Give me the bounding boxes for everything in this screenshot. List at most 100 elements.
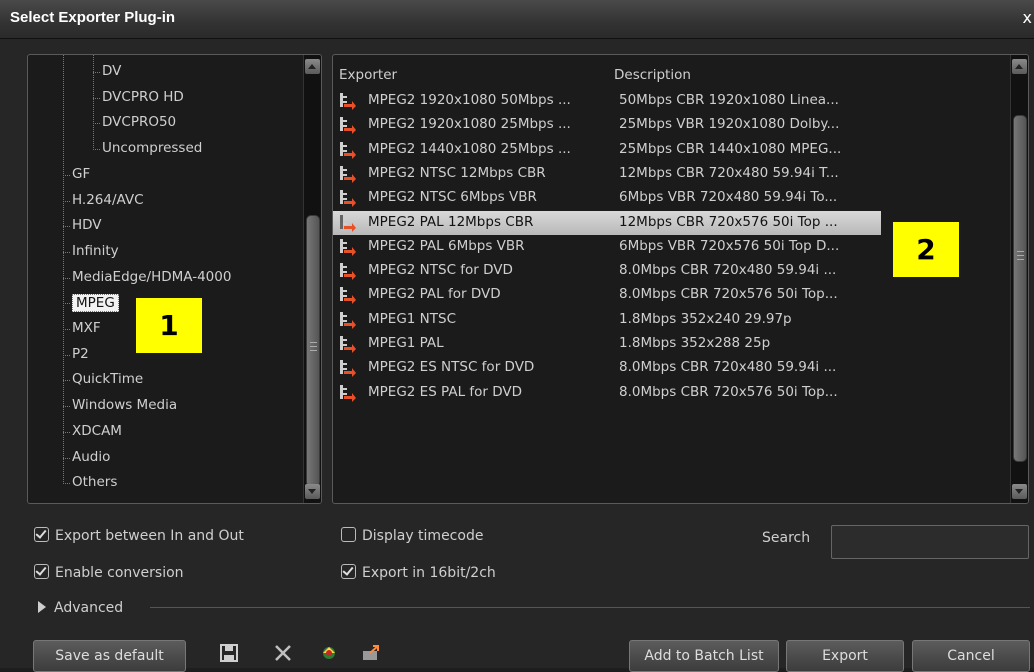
exporter-plugin-icon — [340, 238, 356, 256]
exporter-dialog: Select Exporter Plug-in x DV DVCPRO HD DVC… — [0, 0, 1034, 672]
enable-conversion-checkbox[interactable]: Enable conversion — [34, 564, 184, 581]
tree-item[interactable]: DVCPRO HD — [102, 89, 184, 105]
exporter-name: MPEG1 PAL — [368, 335, 444, 351]
scroll-up-icon[interactable] — [305, 59, 320, 74]
exporter-description: 12Mbps CBR 720x576 50i Top ... — [619, 213, 838, 230]
tree-item[interactable]: Others — [72, 474, 117, 490]
title-bar[interactable]: Select Exporter Plug-in x — [0, 0, 1034, 39]
list-row[interactable]: MPEG2 ES NTSC for DVD 8.0Mbps CBR 720x480… — [333, 356, 881, 380]
exporter-plugin-icon — [340, 311, 356, 329]
checkbox-checked-icon — [34, 527, 49, 542]
list-row[interactable]: MPEG2 1440x1080 25Mbps ... 25Mbps CBR 144… — [333, 138, 881, 162]
scroll-down-icon[interactable] — [1012, 484, 1027, 499]
tree-item[interactable]: Uncompressed — [102, 140, 202, 156]
export-button[interactable]: Export — [786, 640, 904, 672]
annotation-badge-2: 2 — [893, 222, 959, 277]
exporter-name: MPEG2 1920x1080 50Mbps ... — [368, 92, 571, 108]
exporter-plugin-icon — [340, 141, 356, 159]
close-icon[interactable]: x — [1023, 8, 1032, 27]
checkbox-checked-icon — [341, 564, 356, 579]
add-to-batch-button[interactable]: Add to Batch List — [629, 640, 779, 672]
scroll-up-icon[interactable] — [1012, 59, 1027, 74]
exporter-name: MPEG2 1920x1080 25Mbps ... — [368, 116, 571, 133]
advanced-toggle[interactable]: Advanced — [38, 600, 123, 616]
search-input[interactable] — [831, 525, 1029, 559]
delete-icon[interactable] — [272, 643, 294, 663]
exporter-description: 50Mbps CBR 1920x1080 Linea... — [619, 92, 839, 108]
tree-item[interactable]: DV — [102, 63, 121, 79]
export-16bit-checkbox[interactable]: Export in 16bit/2ch — [341, 564, 496, 581]
tree-item[interactable]: GF — [72, 166, 90, 182]
search-label: Search — [762, 530, 811, 546]
list-row[interactable]: MPEG1 PAL 1.8Mbps 352x288 25p — [333, 332, 881, 356]
exporter-name: MPEG2 NTSC 6Mbps VBR — [368, 189, 537, 206]
exporter-name: MPEG2 ES PAL for DVD — [368, 383, 523, 400]
tree-item[interactable]: Infinity — [72, 243, 119, 259]
list-row[interactable]: MPEG2 NTSC 12Mbps CBR 12Mbps CBR 720x480 … — [333, 162, 881, 186]
tree-item[interactable]: Windows Media — [72, 397, 177, 413]
scroll-down-icon[interactable] — [305, 484, 320, 499]
tree-scrollbar[interactable] — [303, 55, 321, 503]
exporter-description: 25Mbps CBR 1440x1080 MPEG... — [619, 140, 842, 157]
list-row[interactable]: MPEG1 NTSC 1.8Mbps 352x240 29.97p — [333, 308, 881, 332]
tree-item[interactable]: H.264/AVC — [72, 192, 144, 208]
list-row[interactable]: MPEG2 1920x1080 25Mbps ... 25Mbps VBR 192… — [333, 113, 881, 137]
tree-item[interactable]: MPEG — [72, 294, 119, 313]
tree-item[interactable]: XDCAM — [72, 423, 122, 439]
exporter-description: 6Mbps VBR 720x480 59.94i To... — [619, 189, 838, 206]
display-timecode-checkbox[interactable]: Display timecode — [341, 527, 483, 544]
list-row[interactable]: MPEG2 PAL 6Mbps VBR 6Mbps VBR 720x576 50i… — [333, 235, 881, 259]
annotation-badge-1: 1 — [136, 298, 202, 353]
column-header-description[interactable]: Description — [614, 67, 691, 83]
list-scroll-thumb[interactable] — [1013, 115, 1027, 462]
dialog-title: Select Exporter Plug-in — [10, 9, 176, 26]
cancel-button[interactable]: Cancel — [912, 640, 1030, 672]
list-row[interactable]: MPEG2 NTSC for DVD 8.0Mbps CBR 720x480 59… — [333, 259, 881, 283]
display-timecode-label: Display timecode — [362, 528, 484, 544]
import-preset-icon[interactable] — [318, 643, 340, 663]
tree-item[interactable]: MXF — [72, 320, 101, 336]
column-header-exporter[interactable]: Exporter — [339, 67, 397, 83]
save-as-default-button[interactable]: Save as default — [33, 640, 186, 672]
tree-item[interactable]: QuickTime — [72, 371, 143, 387]
checkbox-checked-icon — [34, 564, 49, 579]
save-icon[interactable] — [218, 643, 240, 663]
export-16bit-label: Export in 16bit/2ch — [362, 565, 496, 581]
tree-item[interactable]: HDV — [72, 217, 102, 233]
tree-scroll-thumb[interactable] — [306, 215, 320, 487]
exporter-plugin-icon — [340, 214, 356, 232]
list-scrollbar[interactable] — [1010, 55, 1028, 503]
exporter-description: 1.8Mbps 352x240 29.97p — [619, 310, 792, 327]
exporter-name: MPEG2 NTSC for DVD — [368, 262, 513, 279]
chevron-right-icon — [38, 601, 46, 613]
exporter-plugin-icon — [340, 336, 356, 353]
exporter-plugin-icon — [340, 117, 356, 135]
export-preset-icon[interactable] — [360, 643, 382, 663]
export-in-out-checkbox[interactable]: Export between In and Out — [34, 527, 244, 544]
checkbox-unchecked-icon — [341, 527, 356, 542]
exporter-description: 8.0Mbps CBR 720x576 50i Top... — [619, 383, 838, 400]
advanced-label: Advanced — [54, 600, 124, 616]
exporter-plugin-icon — [340, 165, 356, 183]
exporter-description: 8.0Mbps CBR 720x480 59.94i ... — [619, 359, 837, 376]
list-row[interactable]: MPEG2 PAL 12Mbps CBR 12Mbps CBR 720x576 5… — [333, 210, 881, 235]
exporter-name: MPEG2 PAL 12Mbps CBR — [368, 213, 534, 230]
list-row[interactable]: MPEG2 ES PAL for DVD 8.0Mbps CBR 720x576 … — [333, 381, 881, 405]
enable-conversion-label: Enable conversion — [55, 565, 184, 581]
tree-item[interactable]: DVCPRO50 — [102, 114, 176, 130]
tree-item[interactable]: MediaEdge/HDMA-4000 — [72, 269, 231, 285]
exporter-plugin-icon — [340, 263, 356, 281]
exporter-plugin-icon — [340, 190, 356, 208]
exporter-description: 12Mbps CBR 720x480 59.94i T... — [619, 164, 839, 181]
list-row[interactable]: MPEG2 NTSC 6Mbps VBR 6Mbps VBR 720x480 59… — [333, 186, 881, 210]
exporter-name: MPEG2 NTSC 12Mbps CBR — [368, 164, 546, 181]
exporter-name: MPEG2 PAL for DVD — [368, 286, 501, 303]
tree-item[interactable]: P2 — [72, 346, 89, 362]
exporter-plugin-icon — [340, 384, 356, 402]
exporter-plugin-icon — [340, 93, 356, 110]
exporter-name: MPEG1 NTSC — [368, 310, 457, 327]
tree-item[interactable]: Audio — [72, 449, 110, 465]
exporter-name: MPEG2 PAL 6Mbps VBR — [368, 237, 525, 254]
list-row[interactable]: MPEG2 1920x1080 50Mbps ... 50Mbps CBR 192… — [333, 89, 881, 113]
list-row[interactable]: MPEG2 PAL for DVD 8.0Mbps CBR 720x576 50i… — [333, 283, 881, 307]
